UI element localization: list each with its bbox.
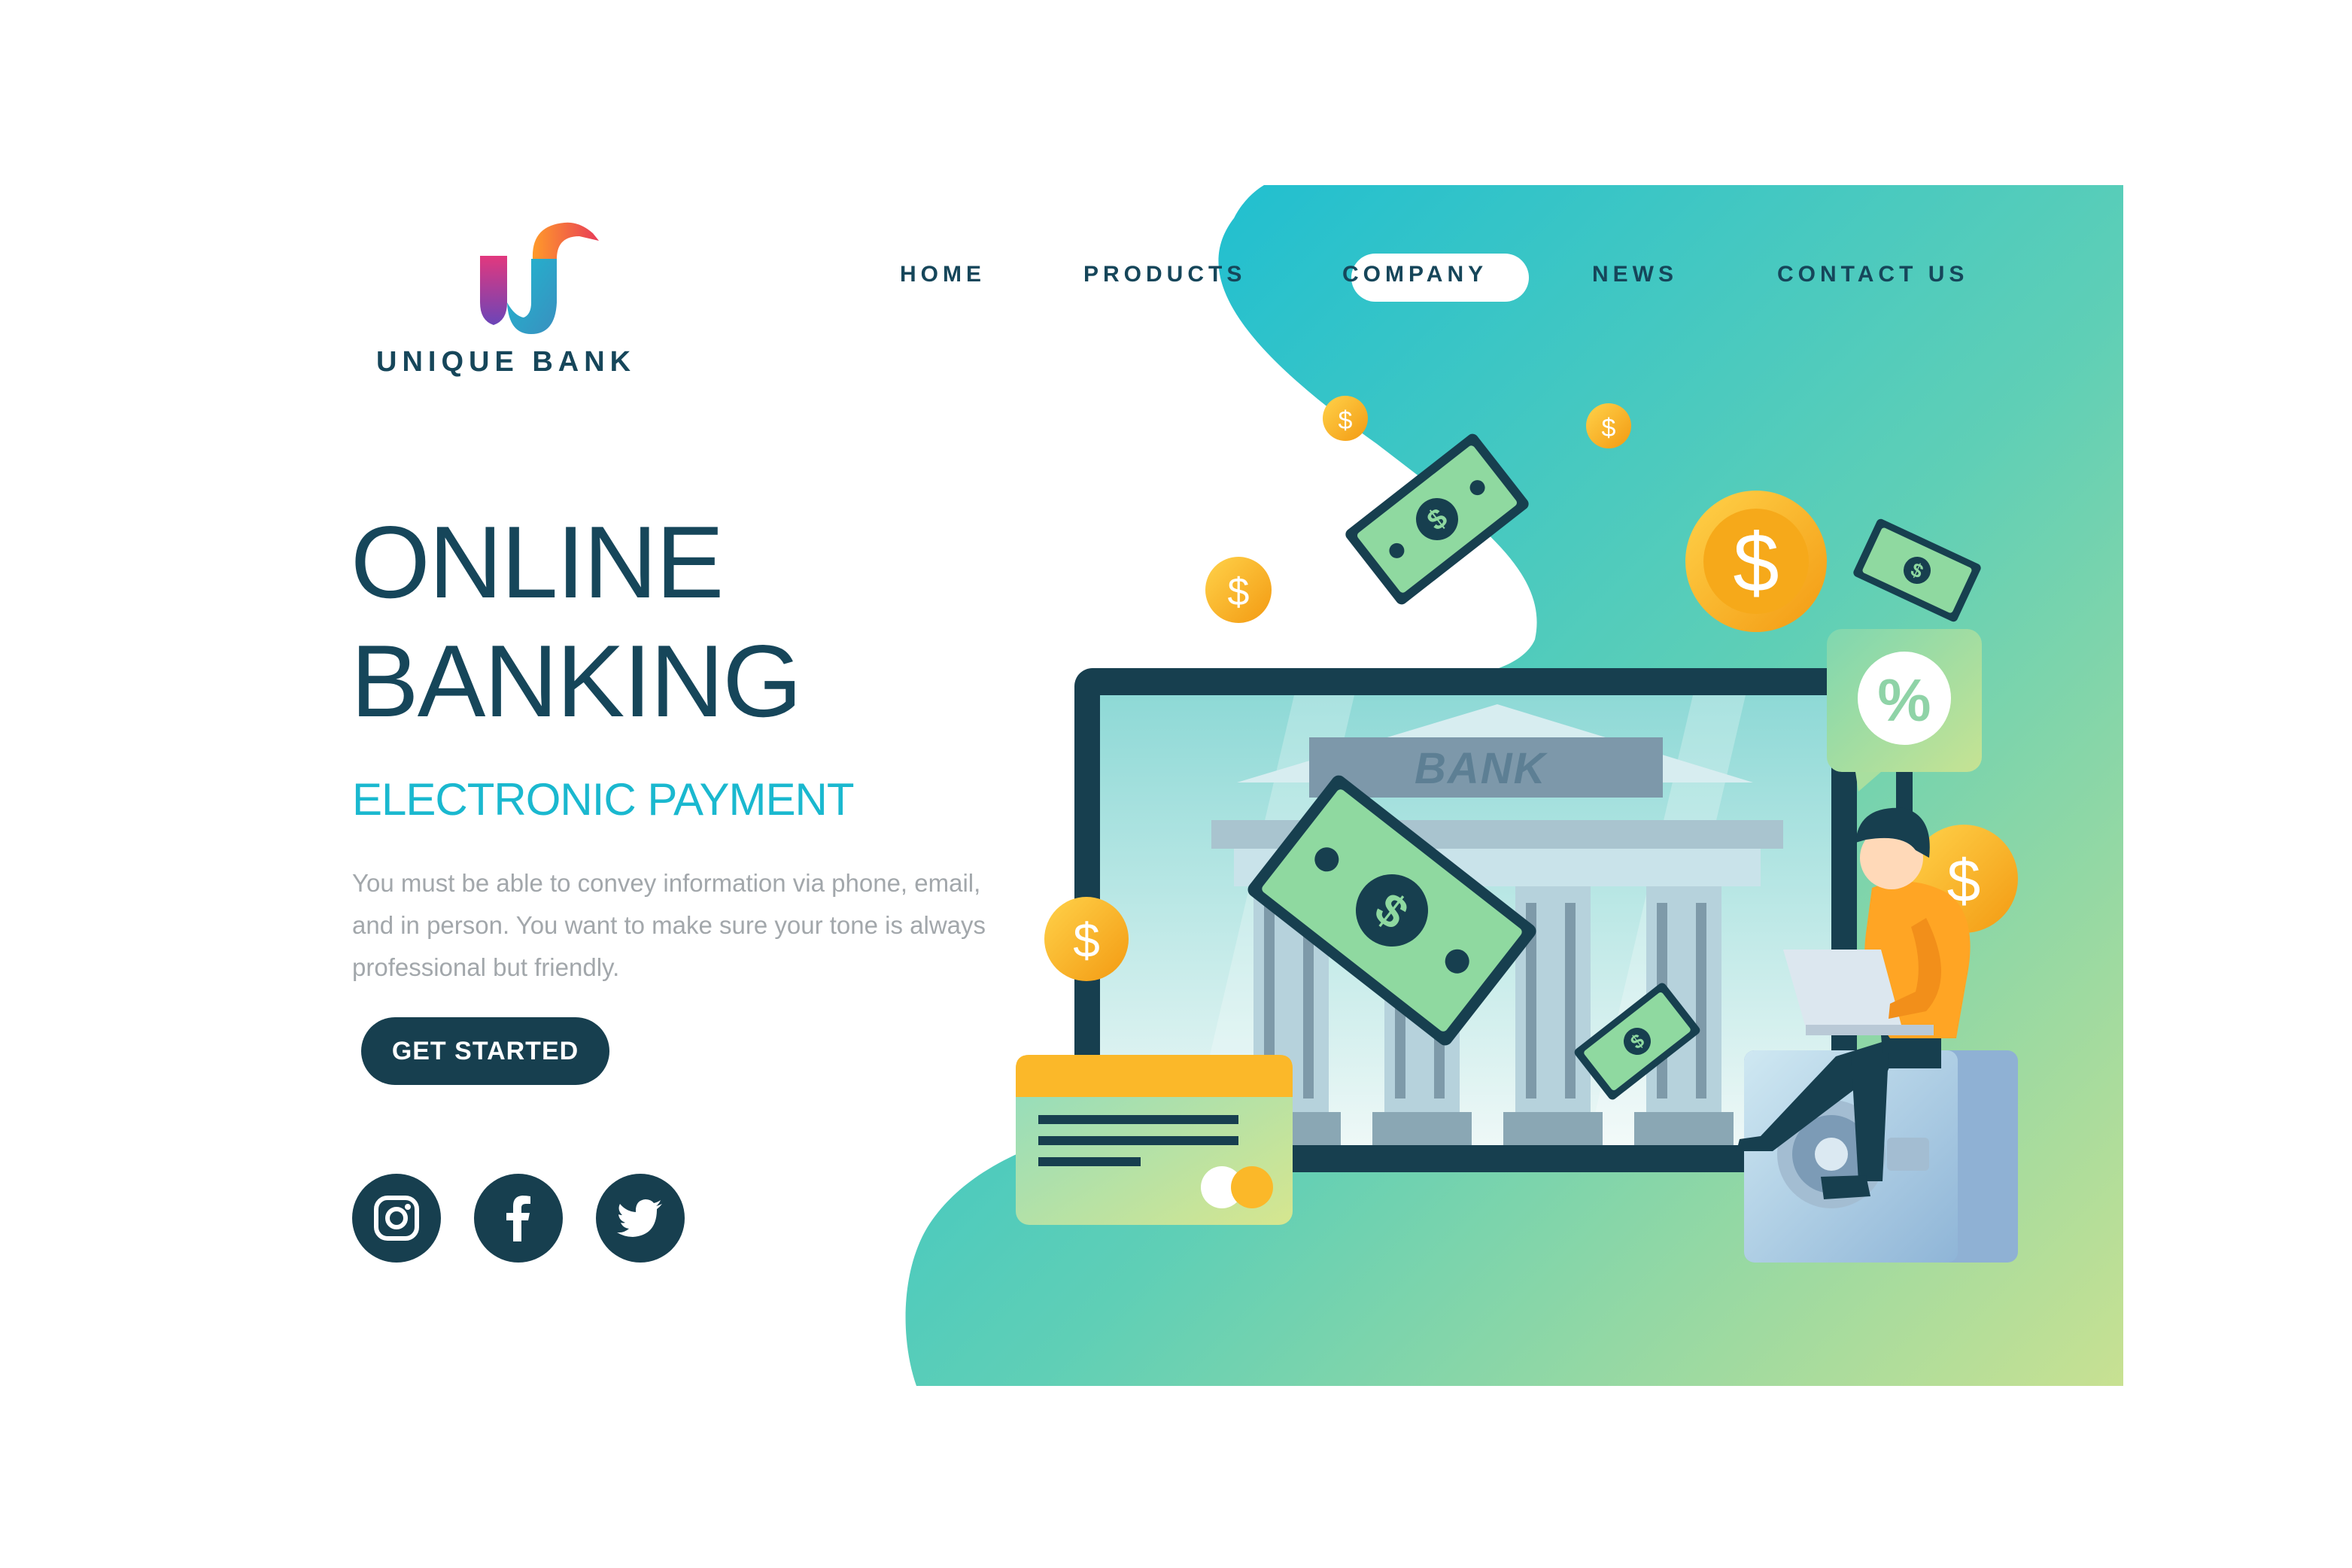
hero-title-line-1: ONLINE (351, 505, 724, 619)
get-started-button[interactable]: GET STARTED (361, 1017, 609, 1085)
nav-item-news[interactable]: NEWS (1592, 262, 1678, 287)
nav-item-home[interactable]: HOME (900, 262, 986, 287)
svg-text:$: $ (1602, 414, 1616, 442)
nav-item-contact-us[interactable]: CONTACT US (1777, 262, 1968, 287)
hero-title-line-2: BANKING (351, 624, 802, 738)
hero-title: ONLINE BANKING (351, 503, 802, 740)
bank-sign: BANK (1415, 744, 1547, 793)
hero-subtitle: ELECTRONIC PAYMENT (352, 774, 855, 825)
facebook-icon (506, 1196, 530, 1241)
instagram-button[interactable] (352, 1174, 441, 1263)
svg-text:%: % (1877, 667, 1931, 734)
instagram-icon (374, 1196, 419, 1241)
twitter-icon (617, 1199, 662, 1237)
svg-text:$: $ (1073, 913, 1100, 968)
svg-text:$: $ (1339, 406, 1353, 435)
facebook-button[interactable] (474, 1174, 563, 1263)
svg-text:$: $ (1228, 570, 1250, 614)
nav-item-products[interactable]: PRODUCTS (1083, 262, 1246, 287)
get-started-label: GET STARTED (391, 1036, 579, 1065)
logo-mark-icon (480, 222, 599, 334)
nav-item-company[interactable]: COMPANY (1342, 262, 1487, 287)
svg-text:$: $ (1733, 517, 1779, 609)
hero-description: You must be able to convey information v… (352, 869, 986, 981)
twitter-button[interactable] (596, 1174, 685, 1263)
brand-name: UNIQUE BANK (376, 346, 637, 378)
